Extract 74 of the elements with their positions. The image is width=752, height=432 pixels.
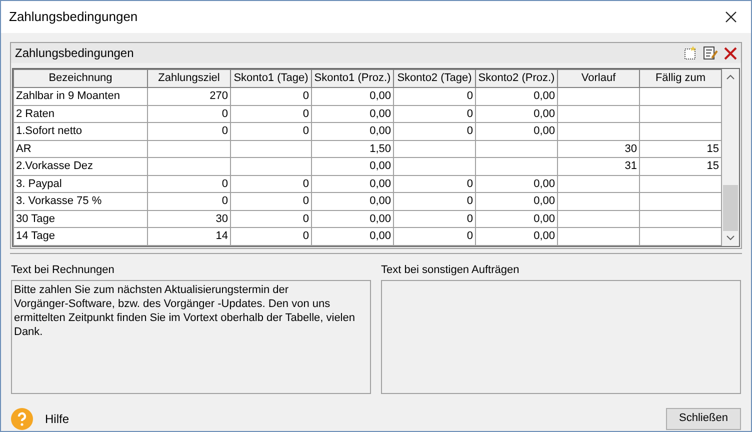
table-cell: 0 — [302, 230, 309, 242]
table-cell: 1,50 — [370, 142, 391, 154]
table-cell: 0,00 — [370, 90, 391, 102]
table-cell: 0 — [466, 90, 473, 102]
invoice-text-field[interactable]: Bitte zahlen Sie zum nächsten Aktualisierungstermin der Vorgänger-Software, bzw. des Vorgänger -Updates. Den von uns ermittelten Zeitpunkt finden Sie im Vortext oberhalb der Tabelle, vielen Dank. — [11, 280, 371, 394]
table-cell: 2.Vorkasse Dez — [16, 160, 94, 172]
table-cell: 30 — [624, 142, 637, 154]
close-dialog-button[interactable]: Schließen — [666, 408, 741, 430]
scroll-down-icon[interactable] — [726, 234, 735, 240]
table-cell: 0 — [302, 108, 309, 120]
column-header[interactable]: Zahlungsziel — [148, 70, 230, 88]
table-cell: 270 — [210, 90, 228, 102]
table-cell: 0,00 — [534, 108, 555, 120]
table-cell: 0,00 — [534, 125, 555, 137]
scrollbar[interactable] — [722, 69, 739, 246]
new-document-icon[interactable] — [683, 46, 697, 60]
table-cell: 31 — [624, 160, 637, 172]
table-cell: 0,00 — [534, 230, 555, 242]
window-title: Zahlungsbedingungen — [9, 8, 138, 26]
table-cell: 0,00 — [534, 212, 555, 224]
table-cell: 30 — [216, 212, 228, 224]
column-header[interactable]: Skonto1 (Proz.) — [312, 70, 394, 88]
column-header[interactable]: Bezeichnung — [14, 70, 148, 88]
column-header[interactable]: Skonto2 (Tage) — [394, 70, 476, 88]
scroll-thumb[interactable] — [723, 184, 738, 230]
field-label: Text bei sonstigen Aufträgen — [381, 262, 520, 278]
table-cell: 30 Tage — [16, 212, 55, 224]
table-cell: 0 — [302, 178, 309, 190]
table-cell: 0,00 — [370, 195, 391, 207]
table-cell: 0 — [222, 195, 228, 207]
table-cell: 0,00 — [534, 195, 555, 207]
table-cell: 3. Paypal — [16, 178, 62, 190]
other-text-field[interactable] — [381, 280, 741, 394]
table-cell: 0 — [466, 125, 473, 137]
field-label: Text bei Rechnungen — [11, 262, 116, 278]
table-cell: AR — [16, 142, 32, 154]
column-header[interactable]: Skonto2 (Proz.) — [476, 70, 558, 88]
table-cell: 15 — [706, 142, 719, 154]
table-cell: 0,00 — [370, 212, 391, 224]
table-cell: 3. Vorkasse 75 % — [16, 195, 102, 207]
column-header[interactable]: Vorlauf — [558, 70, 640, 88]
table-cell: 0,00 — [370, 230, 391, 242]
table-cell: 0 — [222, 178, 228, 190]
table-cell: 0 — [466, 178, 473, 190]
table-cell: 14 — [216, 230, 228, 242]
table-cell: 0 — [302, 195, 309, 207]
scroll-up-icon[interactable] — [726, 74, 735, 80]
column-header[interactable]: Skonto1 (Tage) — [230, 70, 312, 88]
table-cell: 0 — [466, 212, 473, 224]
table-cell: 0 — [302, 212, 309, 224]
close-icon — [725, 11, 737, 23]
table-cell: 0,00 — [534, 178, 555, 190]
help-label[interactable]: Hilfe — [45, 410, 70, 428]
table-cell: 14 Tage — [16, 230, 55, 242]
table-cell: 1.Sofort netto — [16, 125, 82, 137]
delete-icon[interactable] — [724, 46, 737, 60]
table-cell: Zahlbar in 9 Moanten — [16, 90, 120, 102]
table-cell: 0 — [302, 125, 309, 137]
table-cell: 0,00 — [370, 125, 391, 137]
panel-title: Zahlungsbedingungen — [15, 45, 134, 62]
table-cell: 0,00 — [534, 90, 555, 102]
table-cell: 15 — [706, 160, 719, 172]
table-cell: 0 — [466, 230, 473, 242]
table-cell: 0 — [222, 125, 228, 137]
table-cell: 2 Raten — [16, 108, 55, 120]
table-cell: 0 — [222, 108, 228, 120]
table-cell: 0,00 — [370, 160, 391, 172]
table-cell: 0 — [466, 108, 473, 120]
table-cell: 0 — [302, 90, 309, 102]
table-cell: 0,00 — [370, 178, 391, 190]
table-cell: 0 — [466, 195, 473, 207]
table-cell: 0,00 — [370, 108, 391, 120]
column-header[interactable]: Fällig zum — [640, 70, 722, 88]
edit-list-icon[interactable] — [703, 46, 718, 60]
